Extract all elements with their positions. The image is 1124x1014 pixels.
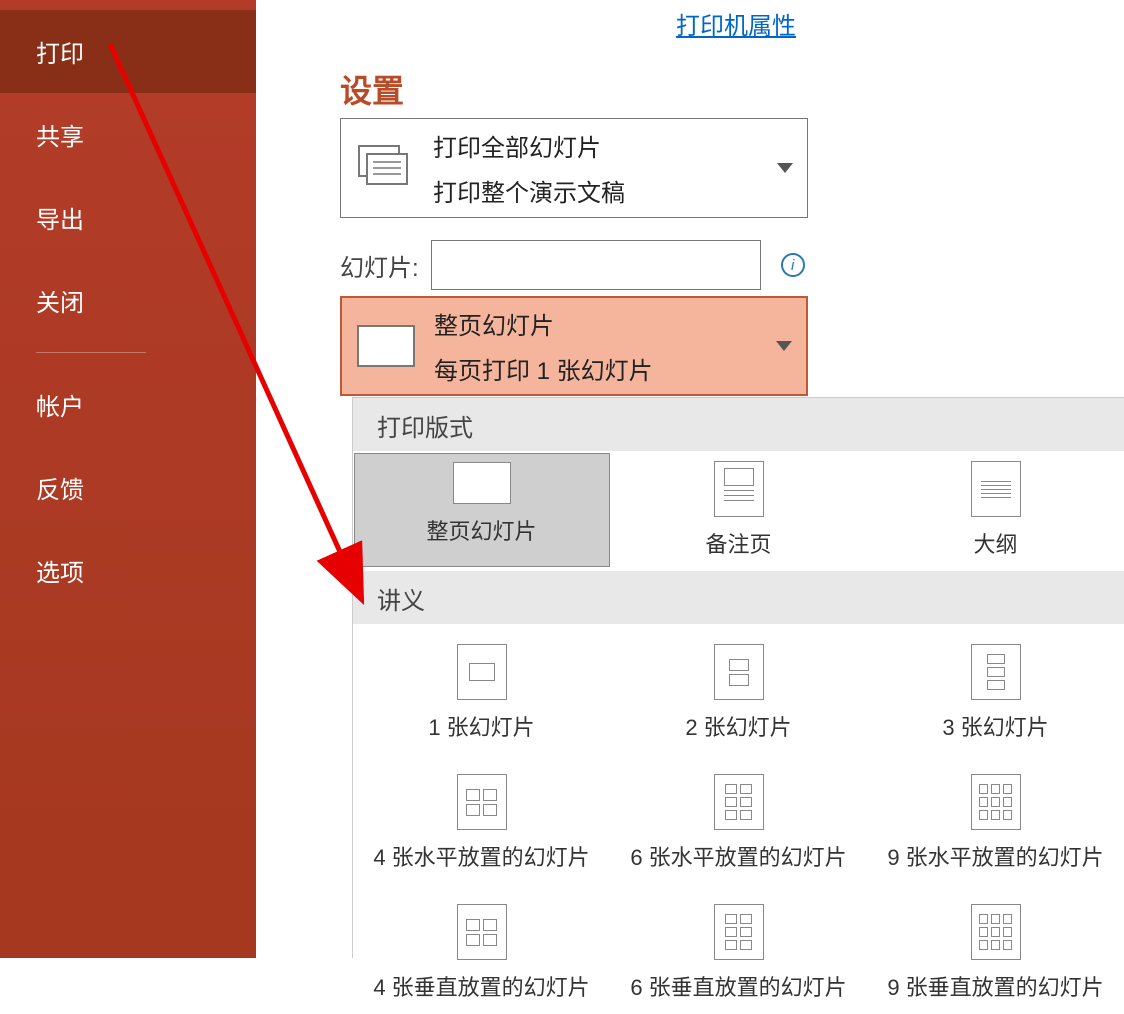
layout-label: 9 张垂直放置的幻灯片 — [887, 970, 1103, 1002]
layout-label: 大纲 — [973, 527, 1017, 559]
handout-9v-icon — [971, 904, 1021, 960]
layout-label: 整页幻灯片 — [426, 514, 536, 546]
printer-properties-link[interactable]: 打印机属性 — [676, 6, 796, 41]
layout-outline[interactable]: 大纲 — [868, 453, 1124, 567]
sidebar-item-label: 打印 — [36, 41, 84, 68]
handout-2-slides[interactable]: 2 张幻灯片 — [611, 636, 867, 750]
sidebar-item-share[interactable]: 共享 — [0, 93, 256, 176]
content-area: 打印机属性 设置 打印全部幻灯片 打印整个演示文稿 幻灯片: i — [256, 0, 1124, 958]
layout-label: 1 张幻灯片 — [428, 710, 534, 742]
handout-1-icon — [457, 644, 507, 700]
dropdown-title: 打印全部幻灯片 — [433, 128, 767, 163]
slides-label: 幻灯片: — [340, 248, 419, 283]
layout-label: 9 张水平放置的幻灯片 — [887, 840, 1103, 872]
handout-4-vertical[interactable]: 4 张垂直放置的幻灯片 — [354, 896, 610, 1010]
layout-label: 3 张幻灯片 — [942, 710, 1048, 742]
sidebar-item-feedback[interactable]: 反馈 — [0, 446, 256, 529]
sidebar-item-export[interactable]: 导出 — [0, 176, 256, 259]
layout-label: 4 张水平放置的幻灯片 — [373, 840, 589, 872]
chevron-down-icon — [777, 163, 793, 173]
sidebar: 打印 共享 导出 关闭 帐户 反馈 选项 — [0, 0, 256, 958]
handout-6-vertical[interactable]: 6 张垂直放置的幻灯片 — [611, 896, 867, 1010]
handout-3-icon — [971, 644, 1021, 700]
handout-6h-icon — [714, 774, 764, 830]
sidebar-item-label: 共享 — [36, 124, 84, 151]
full-page-slide-icon — [356, 316, 416, 376]
sidebar-item-options[interactable]: 选项 — [0, 529, 256, 612]
sidebar-item-label: 反馈 — [36, 477, 84, 504]
sidebar-item-close[interactable]: 关闭 — [0, 259, 256, 342]
handout-4-horizontal[interactable]: 4 张水平放置的幻灯片 — [354, 766, 610, 880]
handout-9-vertical[interactable]: 9 张垂直放置的幻灯片 — [868, 896, 1124, 1010]
dropdown-title: 整页幻灯片 — [434, 306, 766, 341]
sidebar-item-label: 导出 — [36, 207, 84, 234]
sidebar-item-label: 关闭 — [36, 290, 84, 317]
handout-6-horizontal[interactable]: 6 张水平放置的幻灯片 — [611, 766, 867, 880]
handout-4h-icon — [457, 774, 507, 830]
section-header-handouts: 讲义 — [353, 571, 1124, 624]
sidebar-divider — [36, 352, 146, 353]
print-range-dropdown[interactable]: 打印全部幻灯片 打印整个演示文稿 — [340, 118, 808, 218]
sidebar-item-label: 帐户 — [36, 394, 84, 421]
info-icon[interactable]: i — [781, 253, 805, 277]
layout-label: 4 张垂直放置的幻灯片 — [373, 970, 589, 1002]
layout-popup: 打印版式 整页幻灯片 备注页 大纲 讲义 1 — [352, 397, 1124, 958]
dropdown-subtitle: 打印整个演示文稿 — [433, 173, 767, 208]
layout-label: 6 张水平放置的幻灯片 — [630, 840, 846, 872]
layout-dropdown[interactable]: 整页幻灯片 每页打印 1 张幻灯片 — [340, 296, 808, 396]
settings-heading: 设置 — [340, 66, 404, 112]
handout-2-icon — [714, 644, 764, 700]
chevron-down-icon — [776, 341, 792, 351]
handout-4v-icon — [457, 904, 507, 960]
sidebar-item-label: 选项 — [36, 560, 84, 587]
sidebar-item-print[interactable]: 打印 — [0, 10, 256, 93]
layout-label: 2 张幻灯片 — [685, 710, 791, 742]
slides-range-input[interactable] — [431, 240, 761, 290]
outline-icon — [971, 461, 1021, 517]
notes-page-icon — [714, 461, 764, 517]
slides-range-row: 幻灯片: i — [340, 240, 805, 290]
layout-notes-page[interactable]: 备注页 — [611, 453, 867, 567]
handout-3-slides[interactable]: 3 张幻灯片 — [868, 636, 1124, 750]
dropdown-subtitle: 每页打印 1 张幻灯片 — [434, 351, 766, 386]
layout-label: 备注页 — [705, 527, 771, 559]
handout-9-horizontal[interactable]: 9 张水平放置的幻灯片 — [868, 766, 1124, 880]
sidebar-item-account[interactable]: 帐户 — [0, 363, 256, 446]
full-page-icon — [453, 462, 511, 504]
layout-label: 6 张垂直放置的幻灯片 — [630, 970, 846, 1002]
handout-6v-icon — [714, 904, 764, 960]
layout-full-page[interactable]: 整页幻灯片 — [354, 453, 610, 567]
slides-stack-icon — [355, 138, 415, 198]
handout-1-slide[interactable]: 1 张幻灯片 — [354, 636, 610, 750]
handout-9h-icon — [971, 774, 1021, 830]
section-header-print-layout: 打印版式 — [353, 398, 1124, 451]
